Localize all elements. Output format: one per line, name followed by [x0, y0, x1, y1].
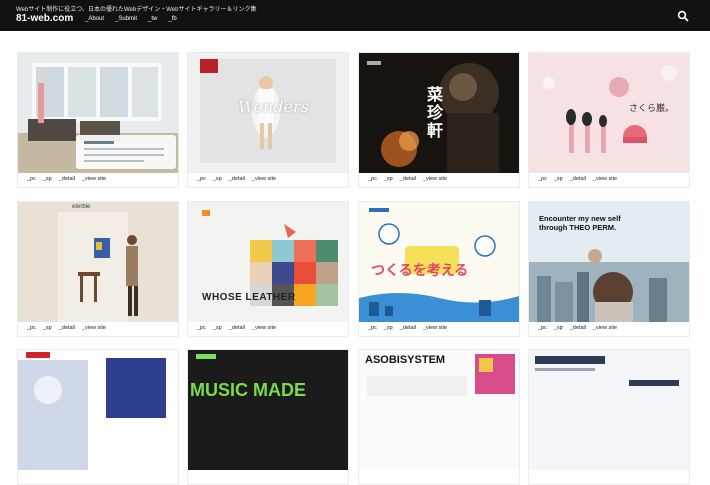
view-site-link[interactable]: _view site — [82, 176, 106, 182]
sp-link[interactable]: _sp — [554, 176, 563, 182]
sp-link[interactable]: _sp — [213, 176, 222, 182]
card-links: _pc _sp _detail _view site — [538, 325, 617, 331]
site-thumbnail[interactable]: WHOSE LEATHER — [188, 202, 348, 322]
thumb-title-text: ASOBISYSTEM — [365, 354, 446, 366]
gallery-card: ASOBISYSTEM — [358, 349, 520, 485]
pc-link[interactable]: _pc — [197, 176, 206, 182]
detail-link[interactable]: _detail — [400, 176, 416, 182]
card-links: _pc _sp _detail _view site — [197, 176, 276, 182]
view-site-link[interactable]: _view site — [252, 325, 276, 331]
sp-link[interactable]: _sp — [554, 325, 563, 331]
gallery-card: Encounter my new self through THEO PERM.… — [528, 201, 690, 337]
view-site-link[interactable]: _view site — [423, 325, 447, 331]
thumb-title-text: eterble — [72, 204, 91, 210]
view-site-link[interactable]: _view site — [423, 176, 447, 182]
gallery-card: WHOSE LEATHER _pc _sp _detail _view site — [187, 201, 349, 337]
detail-link[interactable]: _detail — [570, 176, 586, 182]
thumb-title-text: WHOSE LEATHER — [202, 292, 296, 303]
site-thumbnail[interactable] — [18, 53, 178, 173]
card-links: _pc _sp _detail _view site — [368, 325, 447, 331]
detail-link[interactable]: _detail — [59, 325, 75, 331]
detail-link[interactable]: _detail — [570, 325, 586, 331]
pc-link[interactable]: _pc — [368, 176, 377, 182]
thumb-title-text: つくるを考える — [371, 262, 469, 278]
site-thumbnail[interactable]: さくら巌。 — [529, 53, 689, 173]
thumb-title-text: Encounter my new self through THEO PERM. — [539, 214, 621, 232]
site-thumbnail[interactable] — [18, 350, 178, 470]
card-links: _pc _sp _detail _view site — [27, 176, 106, 182]
detail-link[interactable]: _detail — [229, 325, 245, 331]
view-site-link[interactable]: _view site — [593, 176, 617, 182]
sp-link[interactable]: _sp — [43, 176, 52, 182]
gallery-card: Wonders _pc _sp _detail _view site — [187, 52, 349, 188]
detail-link[interactable]: _detail — [59, 176, 75, 182]
view-site-link[interactable]: _view site — [82, 325, 106, 331]
detail-link[interactable]: _detail — [400, 325, 416, 331]
thumb-title-text: 菜珍軒 — [427, 87, 444, 140]
card-links: _pc _sp _detail _view site — [197, 325, 276, 331]
site-thumbnail[interactable]: つくるを考える — [359, 202, 519, 322]
site-thumbnail[interactable]: eterble — [18, 202, 178, 322]
site-thumbnail[interactable]: MUSIC MADE — [188, 350, 348, 470]
gallery-card: MUSIC MADE — [187, 349, 349, 485]
view-site-link[interactable]: _view site — [593, 325, 617, 331]
gallery-card: eterble _pc _sp _detail _view site — [17, 201, 179, 337]
site-thumbnail[interactable]: ASOBISYSTEM — [359, 350, 519, 470]
sp-link[interactable]: _sp — [43, 325, 52, 331]
gallery-card: 菜珍軒 _pc _sp _detail _view site — [358, 52, 520, 188]
thumb-title-text: MUSIC MADE — [190, 380, 306, 400]
gallery-card: _pc _sp _detail _view site — [17, 52, 179, 188]
detail-link[interactable]: _detail — [229, 176, 245, 182]
gallery-card — [17, 349, 179, 485]
gallery-card — [528, 349, 690, 485]
thumb-title-text: さくら巌。 — [629, 103, 675, 113]
pc-link[interactable]: _pc — [197, 325, 206, 331]
card-links: _pc _sp _detail _view site — [538, 176, 617, 182]
thumb-wonders-text: Wonders — [238, 97, 309, 116]
sp-link[interactable]: _sp — [213, 325, 222, 331]
view-site-link[interactable]: _view site — [252, 176, 276, 182]
pc-link[interactable]: _pc — [368, 325, 377, 331]
site-thumbnail[interactable]: Encounter my new self through THEO PERM. — [529, 202, 689, 322]
sp-link[interactable]: _sp — [384, 325, 393, 331]
card-links: _pc _sp _detail _view site — [27, 325, 106, 331]
pc-link[interactable]: _pc — [538, 176, 547, 182]
pc-link[interactable]: _pc — [27, 176, 36, 182]
site-thumbnail[interactable]: Wonders — [188, 53, 348, 173]
site-thumbnail[interactable]: 菜珍軒 — [359, 53, 519, 173]
gallery-card: さくら巌。 _pc _sp _detail _view site — [528, 52, 690, 188]
sp-link[interactable]: _sp — [384, 176, 393, 182]
site-thumbnail[interactable] — [529, 350, 689, 470]
gallery-card: つくるを考える _pc _sp _detail _view site — [358, 201, 520, 337]
gallery-grid: _pc _sp _detail _view site Wonders _pc _… — [0, 0, 710, 485]
pc-link[interactable]: _pc — [538, 325, 547, 331]
pc-link[interactable]: _pc — [27, 325, 36, 331]
card-links: _pc _sp _detail _view site — [368, 176, 447, 182]
